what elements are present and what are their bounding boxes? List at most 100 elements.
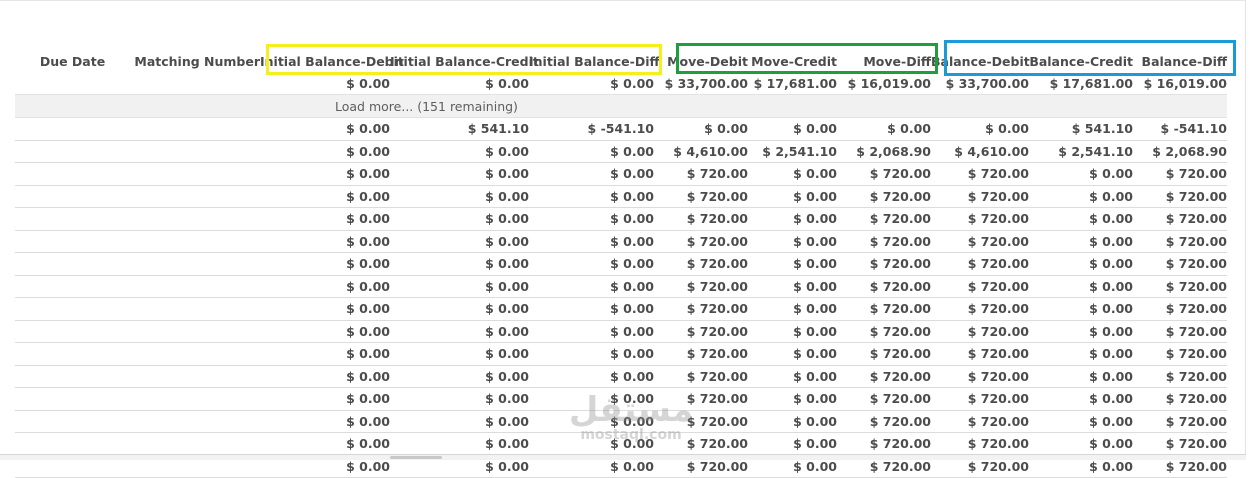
table-row[interactable]: $ 0.00 $ 0.00 $ 0.00 $ 720.00 $ 0.00 $ 720.00… bbox=[15, 410, 1227, 433]
amount-cell: $ 0.00 bbox=[529, 297, 654, 321]
col-header-matching-number[interactable]: Matching Number bbox=[130, 50, 260, 72]
table-row[interactable]: $ 0.00 $ 0.00 $ 0.00 $ 720.00 $ 0.00 $ 720.00… bbox=[15, 162, 1227, 186]
total-cell: $ 0.00 bbox=[346, 75, 390, 91]
table-row[interactable]: $ 0.00 $ 0.00 $ 0.00 $ 720.00 $ 0.00 $ 720.00… bbox=[15, 320, 1227, 343]
col-header-move-diff[interactable]: Move-Diff bbox=[837, 50, 931, 72]
table-row[interactable]: $ 0.00 $ 0.00 $ 0.00 $ 720.00 $ 0.00 $ 720.00… bbox=[15, 185, 1227, 208]
amount-cell: $ 720.00 bbox=[837, 432, 931, 456]
amount-cell: $ 720.00 bbox=[931, 320, 1029, 343]
amount-cell: $ 0.00 bbox=[748, 432, 837, 456]
col-header-initial-debit[interactable]: Initial Balance-Debit bbox=[260, 50, 404, 72]
amount-cell: $ 720.00 bbox=[837, 275, 931, 298]
amount-cell: $ 0.00 bbox=[390, 387, 529, 411]
amount-cell: $ 720.00 bbox=[654, 162, 748, 186]
total-cell: $ 16,019.00 bbox=[847, 75, 931, 91]
table-row[interactable]: $ 0.00 $ 0.00 $ 0.00 $ 720.00 $ 0.00 $ 720.00… bbox=[15, 365, 1227, 388]
amount-cell: $ 0.00 bbox=[1029, 410, 1133, 433]
matching-number-cell bbox=[130, 320, 260, 343]
amount-cell: $ 720.00 bbox=[931, 365, 1029, 388]
due-date-cell bbox=[15, 432, 130, 456]
amount-cell: $ 720.00 bbox=[654, 410, 748, 433]
amount-cell: $ 720.00 bbox=[654, 320, 748, 343]
amount-cell: $ 0.00 bbox=[529, 432, 654, 456]
load-more-link[interactable]: Load more... (151 remaining) bbox=[335, 99, 518, 114]
amount-cell: $ 720.00 bbox=[837, 162, 931, 186]
table-row[interactable]: $ 0.00 $ 0.00 $ 0.00 $ 720.00 $ 0.00 $ 720.00… bbox=[15, 252, 1227, 276]
amount-cell: $ 720.00 bbox=[1133, 365, 1227, 388]
amount-cell: $ 720.00 bbox=[654, 207, 748, 231]
amount-cell: $ 720.00 bbox=[1133, 342, 1227, 366]
amount-cell: $ 0.00 bbox=[837, 117, 931, 141]
table-row[interactable]: $ 0.00 $ 0.00 $ 0.00 $ 720.00 $ 0.00 $ 720.00… bbox=[15, 297, 1227, 321]
amount-cell: $ 0.00 bbox=[1029, 207, 1133, 231]
table-row[interactable]: $ 0.00 $ 541.10 $ -541.10 $ 0.00 $ 0.00 $ 0.0… bbox=[15, 117, 1227, 141]
amount-cell: $ 720.00 bbox=[1133, 252, 1227, 276]
amount-cell: $ 0.00 bbox=[260, 207, 390, 231]
amount-cell: $ 0.00 bbox=[748, 162, 837, 186]
amount-cell: $ 720.00 bbox=[1133, 230, 1227, 253]
table-row[interactable]: $ 0.00 $ 0.00 $ 0.00 $ 720.00 $ 0.00 $ 720.00… bbox=[15, 230, 1227, 253]
amount-cell: $ 720.00 bbox=[931, 410, 1029, 433]
matching-number-cell bbox=[130, 387, 260, 411]
table-row[interactable]: $ 0.00 $ 0.00 $ 0.00 $ 720.00 $ 0.00 $ 720.00… bbox=[15, 275, 1227, 298]
matching-number-cell bbox=[130, 297, 260, 321]
amount-cell: $ 720.00 bbox=[654, 365, 748, 388]
total-cell: $ 33,700.00 bbox=[945, 75, 1029, 91]
amount-cell: $ 0.00 bbox=[1029, 185, 1133, 208]
table-row[interactable]: $ 0.00 $ 0.00 $ 0.00 $ 720.00 $ 0.00 $ 720.00… bbox=[15, 387, 1227, 411]
col-header-due-date[interactable]: Due Date bbox=[15, 50, 130, 72]
amount-cell: $ 0.00 bbox=[748, 252, 837, 276]
col-header-move-credit[interactable]: Move-Credit bbox=[748, 50, 837, 72]
amount-cell: $ 720.00 bbox=[837, 365, 931, 388]
totals-empty bbox=[15, 72, 130, 95]
matching-number-cell bbox=[130, 342, 260, 366]
amount-cell: $ 720.00 bbox=[931, 275, 1029, 298]
amount-cell: $ 720.00 bbox=[1133, 275, 1227, 298]
due-date-cell bbox=[15, 207, 130, 231]
due-date-cell bbox=[15, 117, 130, 141]
amount-cell: $ 0.00 bbox=[1029, 162, 1133, 186]
col-header-balance-debit[interactable]: Balance-Debit bbox=[931, 50, 1030, 72]
amount-cell: $ 2,541.10 bbox=[748, 140, 837, 163]
matching-number-cell bbox=[130, 410, 260, 433]
table-row[interactable]: $ 0.00 $ 0.00 $ 0.00 $ 720.00 $ 0.00 $ 720.00… bbox=[15, 432, 1227, 456]
amount-cell: $ 0.00 bbox=[260, 117, 390, 141]
matching-number-cell bbox=[130, 365, 260, 388]
matching-number-cell bbox=[130, 207, 260, 231]
matching-number-cell bbox=[130, 117, 260, 141]
amount-cell: $ 0.00 bbox=[748, 365, 837, 388]
amount-cell: $ 0.00 bbox=[390, 320, 529, 343]
amount-cell: $ 720.00 bbox=[837, 252, 931, 276]
amount-cell: $ 0.00 bbox=[390, 432, 529, 456]
due-date-cell bbox=[15, 342, 130, 366]
col-header-move-debit[interactable]: Move-Debit bbox=[654, 50, 748, 72]
amount-cell: $ 0.00 bbox=[390, 365, 529, 388]
col-header-balance-credit[interactable]: Balance-Credit bbox=[1029, 50, 1133, 72]
load-more-row[interactable]: Load more... (151 remaining) bbox=[15, 94, 1227, 118]
col-header-initial-credit[interactable]: Initial Balance-Credit bbox=[390, 50, 539, 72]
table-row[interactable]: $ 0.00 $ 0.00 $ 0.00 $ 720.00 $ 0.00 $ 720.00… bbox=[15, 342, 1227, 366]
amount-cell: $ 0.00 bbox=[748, 410, 837, 433]
amount-cell: $ 0.00 bbox=[260, 387, 390, 411]
amount-cell: $ 720.00 bbox=[931, 387, 1029, 411]
amount-cell: $ 0.00 bbox=[1029, 275, 1133, 298]
amount-cell: $ 0.00 bbox=[529, 320, 654, 343]
amount-cell: $ 0.00 bbox=[260, 410, 390, 433]
amount-cell: $ 0.00 bbox=[529, 140, 654, 163]
amount-cell: $ 0.00 bbox=[1029, 432, 1133, 456]
table-row[interactable]: $ 0.00 $ 0.00 $ 0.00 $ 4,610.00 $ 2,541.10 $ … bbox=[15, 140, 1227, 163]
amount-cell: $ 0.00 bbox=[748, 185, 837, 208]
col-header-initial-diff[interactable]: Initial Balance-Diff bbox=[529, 50, 660, 72]
total-cell: $ 33,700.00 bbox=[664, 75, 748, 91]
amount-cell: $ 0.00 bbox=[260, 432, 390, 456]
amount-cell: $ 0.00 bbox=[1029, 342, 1133, 366]
load-more-cell[interactable]: Load more... (151 remaining) bbox=[15, 94, 1227, 118]
totals-empty bbox=[130, 72, 260, 95]
horizontal-scrollbar[interactable] bbox=[0, 454, 1246, 460]
col-header-balance-diff[interactable]: Balance-Diff bbox=[1133, 50, 1227, 72]
due-date-cell bbox=[15, 252, 130, 276]
amount-cell: $ 720.00 bbox=[1133, 297, 1227, 321]
amount-cell: $ 720.00 bbox=[837, 207, 931, 231]
amount-cell: $ 720.00 bbox=[837, 230, 931, 253]
table-row[interactable]: $ 0.00 $ 0.00 $ 0.00 $ 720.00 $ 0.00 $ 720.00… bbox=[15, 207, 1227, 231]
